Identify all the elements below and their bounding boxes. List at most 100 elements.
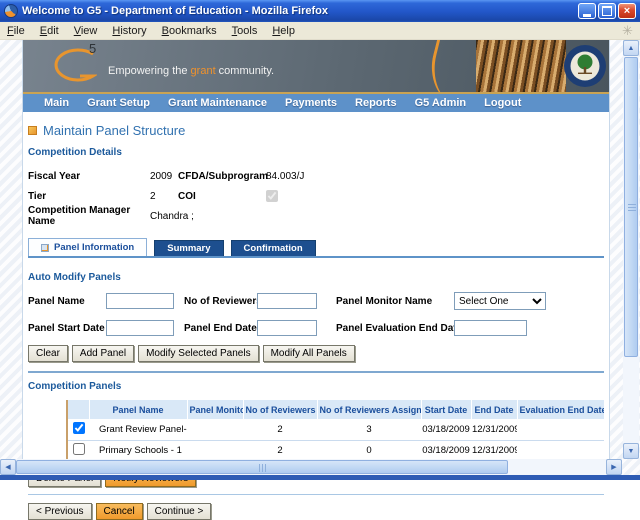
- menu-bar: File Edit View History Bookmarks Tools H…: [0, 22, 640, 40]
- vertical-scroll-thumb[interactable]: [624, 57, 638, 357]
- tab-confirmation[interactable]: Confirmation: [231, 240, 316, 256]
- manager-row: Competition Manager Name Chandra ;: [28, 206, 604, 226]
- nav-item-payments[interactable]: Payments: [276, 97, 346, 109]
- tab-panel-information-icon: [41, 244, 49, 252]
- menu-history[interactable]: History: [112, 25, 146, 37]
- modify-all-panels-button[interactable]: Modify All Panels: [263, 345, 355, 362]
- scrollbar-corner: [622, 459, 640, 475]
- row-1-checkbox[interactable]: [73, 422, 85, 434]
- clear-button[interactable]: Clear: [28, 345, 68, 362]
- fiscal-year-label: Fiscal Year: [28, 171, 150, 182]
- nav-item-g5-admin[interactable]: G5 Admin: [406, 97, 476, 109]
- nav-item-grant-setup[interactable]: Grant Setup: [78, 97, 159, 109]
- menu-edit[interactable]: Edit: [40, 25, 59, 37]
- scroll-right-arrow[interactable]: ▶: [606, 459, 622, 475]
- row-2-no-of-reviewers: 2: [243, 440, 317, 461]
- row-2-panel-monitor: [187, 440, 243, 461]
- cancel-button[interactable]: Cancel: [96, 503, 143, 520]
- fiscal-year-value: 2009: [150, 171, 178, 182]
- nav-item-main[interactable]: Main: [35, 97, 78, 109]
- menu-bookmarks[interactable]: Bookmarks: [162, 25, 217, 37]
- main-nav: Main Grant Setup Grant Maintenance Payme…: [23, 92, 609, 112]
- panel-end-date-input[interactable]: [257, 320, 317, 336]
- col-no-of-reviewers: No of Reviewers: [243, 400, 317, 419]
- no-of-reviewers-input[interactable]: [257, 293, 317, 309]
- col-start-date: Start Date: [421, 400, 471, 419]
- cfda-label: CFDA/Subprogram: [178, 171, 266, 182]
- vertical-scrollbar: ▲ ▼: [623, 40, 639, 459]
- panel-monitor-select[interactable]: Select One: [454, 292, 546, 310]
- tier-value: 2: [150, 191, 178, 202]
- add-panel-button[interactable]: Add Panel: [72, 345, 134, 362]
- minimize-button[interactable]: [578, 3, 596, 19]
- row-2-checkbox[interactable]: [73, 443, 85, 455]
- close-button[interactable]: ×: [618, 3, 636, 19]
- nav-item-logout[interactable]: Logout: [475, 97, 530, 109]
- table-header-row: Panel Name Panel Monitor No of Reviewers…: [67, 400, 604, 419]
- row-1-panel-name: Grant Review Panel-2: [89, 419, 187, 440]
- scroll-up-arrow[interactable]: ▲: [623, 40, 639, 56]
- auto-modify-buttons: Clear Add Panel Modify Selected Panels M…: [28, 345, 604, 362]
- menu-tools[interactable]: Tools: [232, 25, 258, 37]
- fiscal-year-row: Fiscal Year 2009 CFDA/Subprogram 84.003/…: [28, 166, 604, 186]
- restore-button[interactable]: [598, 3, 616, 19]
- row-2-no-of-reviewers-assigned: 0: [317, 440, 421, 461]
- col-panel-name: Panel Name: [89, 400, 187, 419]
- select-column-header: [67, 400, 89, 419]
- page-title-row: Maintain Panel Structure: [28, 123, 604, 138]
- menu-file[interactable]: File: [7, 25, 25, 37]
- cfda-value: 84.003/J: [266, 171, 304, 182]
- nav-item-grant-maintenance[interactable]: Grant Maintenance: [159, 97, 276, 109]
- panel-name-input[interactable]: [106, 293, 174, 309]
- continue-button[interactable]: Continue >: [147, 503, 212, 520]
- horizontal-scroll-thumb[interactable]: [16, 460, 508, 474]
- page-title: Maintain Panel Structure: [43, 123, 185, 138]
- col-evaluation-end-date: Evaluation End Date: [517, 400, 604, 419]
- tab-panel-information[interactable]: Panel Information: [28, 238, 147, 256]
- menu-help[interactable]: Help: [272, 25, 295, 37]
- row-1-start-date: 03/18/2009: [421, 419, 471, 440]
- row-1-no-of-reviewers-assigned: 3: [317, 419, 421, 440]
- competition-panels-table: Panel Name Panel Monitor No of Reviewers…: [66, 400, 605, 462]
- firefox-window: Welcome to G5 - Department of Education …: [0, 0, 640, 480]
- banner-tagline: Empowering the grant community.: [108, 65, 274, 77]
- window-bottom-edge: [0, 475, 640, 480]
- nav-item-reports[interactable]: Reports: [346, 97, 406, 109]
- tier-label: Tier: [28, 191, 150, 202]
- competition-manager-value: Chandra ;: [150, 211, 194, 222]
- row-2-panel-name: Primary Schools - 1: [89, 440, 187, 461]
- previous-button[interactable]: < Previous: [28, 503, 92, 520]
- coi-checkbox: [266, 190, 278, 202]
- row-1-no-of-reviewers: 2: [243, 419, 317, 440]
- g5-banner: 5 Empowering the grant community.: [23, 40, 609, 92]
- col-panel-monitor: Panel Monitor: [187, 400, 243, 419]
- tier-row: Tier 2 COI: [28, 186, 604, 206]
- footer-buttons: < Previous Cancel Continue >: [28, 503, 604, 520]
- menu-view[interactable]: View: [74, 25, 98, 37]
- firefox-icon: [4, 4, 18, 18]
- panel-name-label: Panel Name: [28, 296, 106, 307]
- table-row: Grant Review Panel-2 2 3 03/18/2009 12/3…: [67, 419, 604, 440]
- competition-manager-label: Competition Manager Name: [28, 205, 150, 227]
- tab-summary[interactable]: Summary: [154, 240, 223, 256]
- row-2-start-date: 03/18/2009: [421, 440, 471, 461]
- modify-selected-panels-button[interactable]: Modify Selected Panels: [138, 345, 259, 362]
- panel-evaluation-end-date-label: Panel Evaluation End Date: [336, 323, 454, 334]
- panel-start-date-input[interactable]: [106, 320, 174, 336]
- browser-viewport: 5 Empowering the grant community. Main G…: [0, 40, 640, 459]
- title-bar: Welcome to G5 - Department of Education …: [0, 0, 640, 22]
- scroll-down-arrow[interactable]: ▼: [623, 443, 639, 459]
- panel-start-date-label: Panel Start Date: [28, 323, 106, 334]
- tagline-grant-word: grant: [191, 65, 216, 77]
- panel-evaluation-end-date-input[interactable]: [454, 320, 527, 336]
- panel-end-date-label: Panel End Date: [184, 323, 257, 334]
- table-row: Primary Schools - 1 2 0 03/18/2009 12/31…: [67, 440, 604, 461]
- page-title-icon: [28, 126, 37, 135]
- no-of-reviewers-label: No of Reviewers: [184, 296, 257, 307]
- g5-logo-five: 5: [89, 41, 96, 56]
- section-divider: [28, 371, 604, 373]
- col-end-date: End Date: [471, 400, 517, 419]
- scroll-left-arrow[interactable]: ◀: [0, 459, 16, 475]
- auto-modify-panels-heading: Auto Modify Panels: [28, 272, 604, 283]
- row-1-panel-monitor: [187, 419, 243, 440]
